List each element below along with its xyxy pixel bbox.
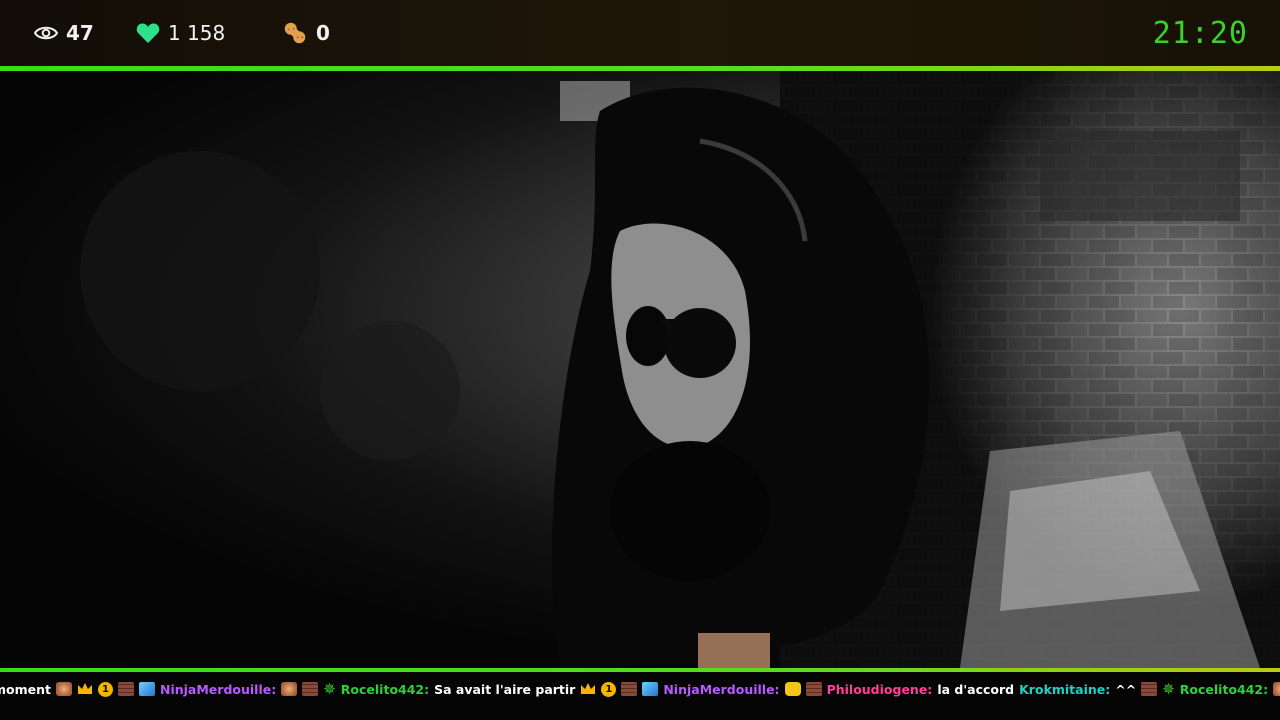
- chat-username: NinjaMerdouille:: [663, 681, 780, 697]
- chat-message: ^^: [1115, 681, 1137, 697]
- crown-icon: [77, 682, 93, 696]
- chat-username: Krokmitaine:: [1019, 681, 1111, 697]
- cube-badge-icon: [642, 682, 659, 696]
- crown-icon: [580, 682, 596, 696]
- chat-message: Sa avait l'aire partir: [434, 681, 576, 697]
- chat-ticker: moment1NinjaMerdouille:✵Rocelito442:Sa a…: [0, 672, 1280, 720]
- heart-icon: [136, 22, 160, 44]
- one-badge-icon: 1: [98, 681, 113, 697]
- peanut-count: 0: [282, 0, 330, 66]
- chat-ticker-track: moment1NinjaMerdouille:✵Rocelito442:Sa a…: [0, 672, 1280, 706]
- chat-message: la d'accord: [937, 681, 1015, 697]
- brick-badge-icon: [621, 682, 638, 696]
- chat-message: moment: [0, 681, 51, 697]
- brick-emote-icon: [56, 682, 72, 696]
- webcam-scene: [80, 71, 1280, 668]
- brick-badge-icon: [302, 682, 319, 696]
- stream-video: [0, 71, 1280, 668]
- brick-emote-icon: [1273, 682, 1280, 696]
- peanut-count-value: 0: [316, 21, 330, 45]
- chat-username: Rocelito442:: [340, 681, 430, 697]
- chat-username: Philoudiogene:: [826, 681, 933, 697]
- stream-clock: 21:20: [1152, 15, 1248, 51]
- star-badge-icon: ✵: [323, 680, 336, 698]
- chat-username: NinjaMerdouille:: [160, 681, 277, 697]
- brick-badge-icon: [805, 682, 822, 696]
- eye-icon: [34, 25, 58, 41]
- viewer-count: 47: [34, 0, 94, 66]
- face-emote-icon: [281, 682, 298, 696]
- star-badge-icon: ✵: [1162, 680, 1175, 698]
- brick-badge-icon: [1141, 682, 1158, 696]
- viewer-count-value: 47: [66, 21, 94, 45]
- peanut-icon: [282, 20, 308, 46]
- chat-username: Rocelito442:: [1179, 681, 1269, 697]
- brick-badge-icon: [118, 682, 134, 696]
- stats-bar: 47 1 158 0 21:20: [0, 0, 1280, 66]
- cube-badge-icon: [139, 682, 155, 696]
- cat-emote-icon: [784, 682, 801, 696]
- one-badge-icon: 1: [601, 681, 617, 697]
- follower-count-value: 1 158: [168, 21, 226, 45]
- follower-count: 1 158: [136, 0, 225, 66]
